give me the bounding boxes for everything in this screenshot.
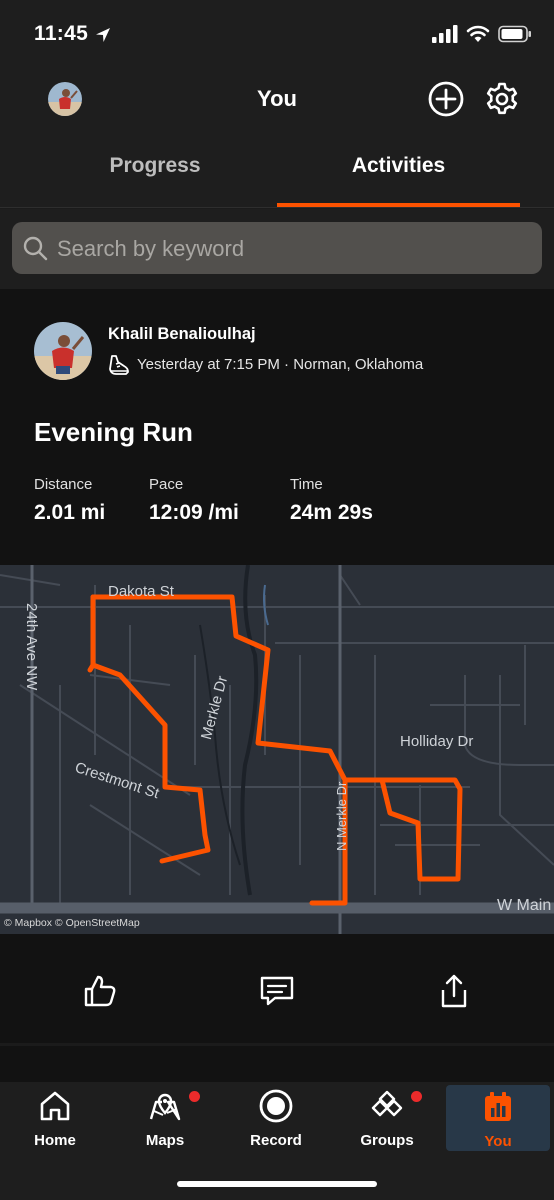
search-section: Search by keyword: [0, 209, 554, 289]
stat-value: 2.01 mi: [34, 501, 106, 524]
stat-value: 12:09 /mi: [149, 501, 239, 524]
add-icon[interactable]: [427, 80, 465, 118]
tab-label: Home: [34, 1132, 76, 1149]
tab-groups[interactable]: Groups: [337, 1082, 437, 1154]
home-indicator[interactable]: [177, 1181, 377, 1187]
tab-you[interactable]: You: [446, 1085, 550, 1151]
street-label-dakota: Dakota St: [108, 583, 174, 600]
maps-notification-badge: [189, 1091, 200, 1102]
share-icon[interactable]: [434, 971, 474, 1011]
you-icon: [485, 1092, 511, 1121]
street-label-24th-ave: 24th Ave NW: [23, 603, 40, 691]
location-arrow-icon: [96, 28, 110, 42]
tab-progress[interactable]: Progress: [0, 154, 310, 178]
activity-meta: Yesterday at 7:15 PM · Norman, Oklahoma: [137, 356, 424, 373]
street-label-n-merkle: N Merkle Dr: [334, 781, 349, 851]
athlete-name[interactable]: Khalil Benalioulhaj: [108, 325, 256, 344]
home-icon: [40, 1091, 70, 1121]
next-activity-card[interactable]: [0, 1046, 554, 1086]
status-icons: [432, 25, 532, 43]
page-title: You: [257, 86, 297, 111]
header: You Progress Activities: [0, 70, 554, 208]
search-placeholder: Search by keyword: [57, 236, 245, 261]
stat-label: Distance: [34, 476, 93, 493]
gear-icon[interactable]: [483, 80, 521, 118]
search-icon: [23, 236, 48, 261]
tab-record[interactable]: Record: [226, 1082, 326, 1154]
stat-label: Pace: [149, 476, 184, 493]
bottom-tab-bar: Home Maps Record Groups You: [0, 1082, 554, 1200]
activity-actions: [0, 934, 554, 1043]
stat-value: 24m 29s: [290, 501, 373, 524]
active-tab-indicator: [277, 203, 520, 207]
activity-card[interactable]: Khalil Benalioulhaj Yesterday at 7:15 PM…: [0, 289, 554, 1043]
tab-activities[interactable]: Activities: [277, 154, 520, 178]
tab-maps[interactable]: Maps: [115, 1082, 215, 1154]
map-attribution[interactable]: © Mapbox © OpenStreetMap: [4, 917, 140, 929]
status-time: 11:45: [34, 22, 89, 45]
athlete-avatar[interactable]: [34, 322, 92, 380]
tab-label: Record: [250, 1132, 302, 1149]
comment-icon[interactable]: [257, 971, 297, 1011]
tab-home[interactable]: Home: [5, 1082, 105, 1154]
stat-label: Time: [290, 476, 323, 493]
battery-icon: [498, 25, 531, 43]
kudos-thumb-icon[interactable]: [80, 971, 120, 1011]
stat-pace: Pace 12:09 /mi: [149, 476, 239, 525]
stat-time: Time 24m 29s: [290, 476, 373, 525]
tab-label: You: [484, 1133, 512, 1150]
route-map[interactable]: Dakota St 24th Ave NW Merkle Dr Crestmon…: [0, 565, 554, 934]
street-label-w-main: W Main: [497, 897, 552, 914]
record-icon: [259, 1089, 293, 1123]
map-icon: [149, 1093, 181, 1121]
status-bar: 11:45: [0, 0, 554, 70]
groups-notification-badge: [411, 1091, 422, 1102]
activity-title[interactable]: Evening Run: [34, 417, 193, 448]
signal-icon: [432, 25, 458, 43]
search-input[interactable]: Search by keyword: [12, 222, 542, 274]
stat-distance: Distance 2.01 mi: [34, 476, 105, 525]
tab-label: Maps: [145, 1132, 185, 1149]
wifi-icon: [466, 25, 490, 42]
shoe-icon: [109, 355, 129, 375]
street-label-holliday: Holliday Dr: [400, 733, 474, 750]
groups-icon: [371, 1090, 403, 1117]
tab-label: Groups: [360, 1132, 414, 1149]
